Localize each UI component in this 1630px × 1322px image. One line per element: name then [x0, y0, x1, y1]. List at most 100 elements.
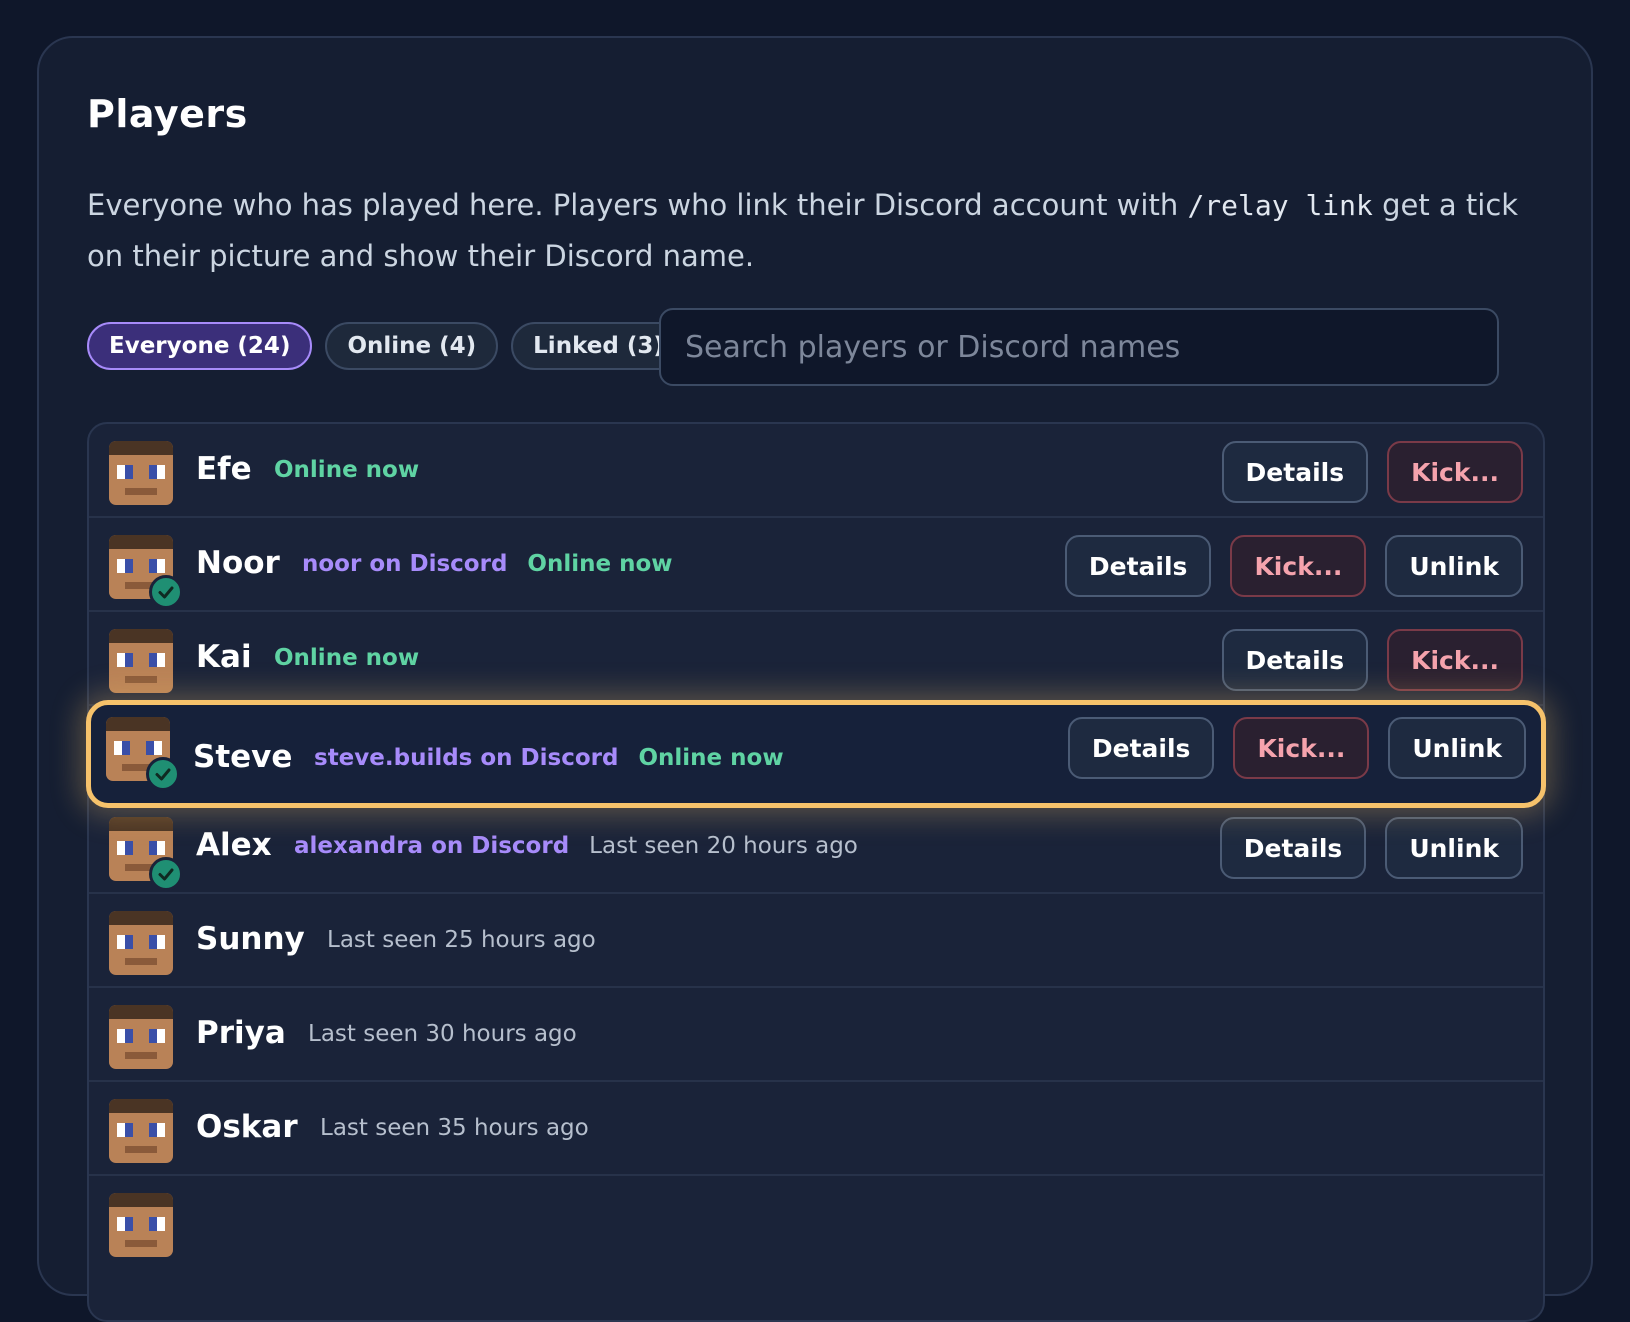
- avatar-hair: [109, 817, 173, 831]
- row-actions: Details Kick... Unlink: [1064, 535, 1523, 597]
- discord-name: noor on Discord: [302, 551, 508, 577]
- avatar-pupil: [149, 1123, 157, 1137]
- avatar-hair: [109, 629, 173, 643]
- avatar-pupil: [125, 653, 133, 667]
- intro-text: Everyone who has played here. Players wh…: [87, 180, 1527, 281]
- player-meta: Last seen 35 hours ago: [320, 1115, 589, 1141]
- online-status: Online now: [274, 457, 420, 483]
- filter-chips: Everyone (24) Online (4) Linked (3): [87, 322, 686, 370]
- details-button[interactable]: Details: [1064, 535, 1212, 597]
- avatar: [109, 1193, 173, 1257]
- avatar-hair: [106, 717, 170, 731]
- avatar-mouth: [125, 958, 157, 965]
- avatar-pupil: [125, 1123, 133, 1137]
- player-meta: Last seen 25 hours ago: [327, 927, 596, 953]
- check-circle-icon: [146, 757, 180, 791]
- player-name: Oskar: [196, 1109, 298, 1145]
- avatar: [109, 1005, 173, 1069]
- avatar-pupil: [149, 653, 157, 667]
- avatar-pupil: [122, 741, 130, 755]
- last-seen: Last seen 20 hours ago: [589, 833, 858, 859]
- player-row: Sunny Last seen 25 hours ago: [89, 894, 1543, 988]
- player-row: Efe Online now Details Kick...: [89, 424, 1543, 518]
- avatar-pupil: [125, 559, 133, 573]
- details-button[interactable]: Details: [1067, 717, 1215, 779]
- avatar: [109, 1099, 173, 1163]
- details-button[interactable]: Details: [1221, 441, 1369, 503]
- details-button[interactable]: Details: [1221, 629, 1369, 691]
- avatar-mouth: [125, 676, 157, 683]
- player-row: Steve steve.builds on Discord Online now De…: [86, 700, 1546, 808]
- avatar-mouth: [125, 488, 157, 495]
- unlink-button[interactable]: Unlink: [1385, 535, 1523, 597]
- avatar: [109, 535, 183, 609]
- player-name: Kai: [196, 639, 252, 675]
- filter-everyone[interactable]: Everyone (24): [87, 322, 313, 370]
- check-circle-icon: [149, 857, 183, 891]
- player-name: Steve: [193, 739, 293, 775]
- unlink-button[interactable]: Unlink: [1388, 717, 1526, 779]
- player-name: Noor: [196, 545, 280, 581]
- online-status: Online now: [274, 645, 420, 671]
- online-status: Online now: [527, 551, 673, 577]
- search-input[interactable]: [659, 308, 1499, 386]
- players-panel: Players Everyone who has played here. Pl…: [37, 36, 1593, 1322]
- player-name: Efe: [196, 451, 252, 487]
- avatar-pupil: [125, 465, 133, 479]
- avatar: [109, 629, 173, 693]
- player-name: Priya: [196, 1015, 286, 1051]
- player-meta: Last seen 30 hours ago: [308, 1021, 577, 1047]
- filter-online[interactable]: Online (4): [325, 322, 499, 370]
- avatar-pupil: [149, 559, 157, 573]
- player-skin-icon: [109, 1193, 173, 1257]
- player-meta: noor on Discord Online now: [302, 551, 673, 577]
- player-row: Noor noor on Discord Online now Details Kick…: [89, 518, 1543, 612]
- details-button[interactable]: Details: [1219, 817, 1367, 879]
- kick-button[interactable]: Kick...: [1230, 535, 1367, 597]
- intro-text-start: Everyone who has played here. Players wh…: [87, 188, 1188, 222]
- avatar-mouth: [125, 1240, 157, 1247]
- row-actions: Details Kick...: [1221, 441, 1523, 503]
- row-actions: Details Kick...: [1221, 629, 1523, 691]
- relay-link-command: /relay link: [1187, 189, 1373, 222]
- avatar-pupil: [149, 935, 157, 949]
- avatar: [109, 817, 183, 891]
- avatar: [106, 717, 180, 791]
- player-name: Sunny: [196, 921, 305, 957]
- avatar-pupil: [149, 465, 157, 479]
- last-seen: Last seen 30 hours ago: [308, 1021, 577, 1047]
- player-list: Efe Online now Details Kick... Noor noor on D…: [86, 422, 1546, 1322]
- avatar-hair: [109, 911, 173, 925]
- online-status: Online now: [638, 745, 784, 771]
- player-skin-icon: [109, 1005, 173, 1069]
- kick-button[interactable]: Kick...: [1387, 629, 1523, 691]
- avatar: [109, 441, 173, 505]
- player-row: Alex alexandra on Discord Last seen 20 hou…: [89, 800, 1543, 894]
- player-row: Kai Online now Details Kick...: [89, 612, 1543, 706]
- player-skin-icon: [109, 441, 173, 505]
- discord-name: alexandra on Discord: [294, 833, 570, 859]
- player-row: [89, 1176, 1543, 1270]
- avatar-hair: [109, 1099, 173, 1113]
- unlink-button[interactable]: Unlink: [1385, 817, 1523, 879]
- avatar-pupil: [149, 1217, 157, 1231]
- avatar-hair: [109, 1193, 173, 1207]
- check-circle-icon: [149, 575, 183, 609]
- player-skin-icon: [109, 1099, 173, 1163]
- avatar: [109, 911, 173, 975]
- avatar-pupil: [125, 1029, 133, 1043]
- avatar-hair: [109, 535, 173, 549]
- avatar-hair: [109, 1005, 173, 1019]
- row-actions: Details Kick... Unlink: [1067, 717, 1526, 779]
- player-meta: Online now: [274, 457, 419, 483]
- player-row: Priya Last seen 30 hours ago: [89, 988, 1543, 1082]
- kick-button[interactable]: Kick...: [1387, 441, 1523, 503]
- avatar-pupil: [149, 1029, 157, 1043]
- avatar-hair: [109, 441, 173, 455]
- avatar-pupil: [149, 841, 157, 855]
- player-skin-icon: [109, 629, 173, 693]
- discord-name: steve.builds on Discord: [314, 745, 619, 771]
- row-actions: Details Unlink: [1219, 817, 1523, 879]
- player-meta: alexandra on Discord Last seen 20 hours a…: [294, 833, 858, 859]
- kick-button[interactable]: Kick...: [1233, 717, 1370, 779]
